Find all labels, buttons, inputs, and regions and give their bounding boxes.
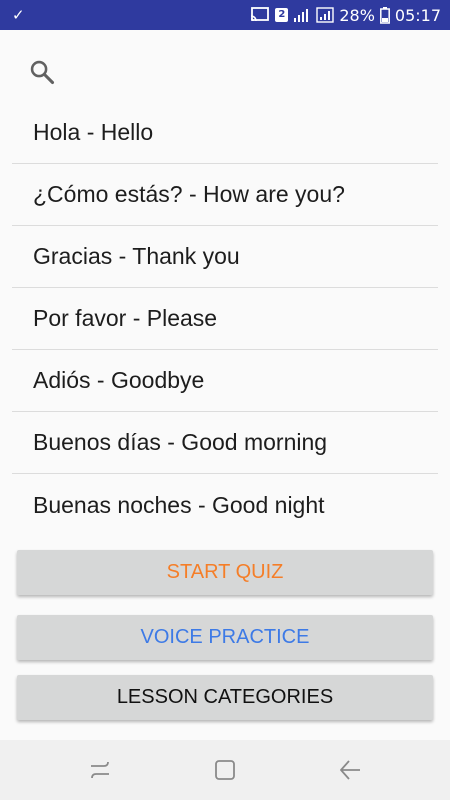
- voice-practice-button[interactable]: VOICE PRACTICE: [17, 615, 433, 660]
- phrase-item[interactable]: Buenos días - Good morning: [12, 412, 438, 474]
- start-quiz-button[interactable]: START QUIZ: [17, 550, 433, 595]
- phrase-item[interactable]: Hola - Hello: [12, 102, 438, 164]
- navigation-bar: [0, 740, 450, 800]
- search-icon[interactable]: [28, 58, 56, 86]
- check-icon: ✓: [12, 6, 25, 24]
- phrase-item[interactable]: Buenas noches - Good night: [12, 474, 438, 536]
- sim-badge: 2: [275, 8, 289, 22]
- cast-icon: [251, 7, 270, 22]
- status-icons: 2 28% 05:17: [250, 0, 441, 30]
- home-icon[interactable]: [211, 756, 239, 784]
- phrase-item[interactable]: Gracias - Thank you: [12, 226, 438, 288]
- status-bar: ✓ 2 28% 05:17: [0, 0, 450, 30]
- phrase-list: Hola - Hello ¿Cómo estás? - How are you?…: [12, 102, 438, 536]
- phrase-item[interactable]: Por favor - Please: [12, 288, 438, 350]
- back-icon[interactable]: [336, 756, 364, 784]
- battery-percent: 28%: [339, 5, 375, 25]
- search-bar: [0, 30, 450, 102]
- battery-icon: [379, 6, 390, 24]
- lesson-categories-button[interactable]: LESSON CATEGORIES: [17, 675, 433, 720]
- signal-icon: [294, 9, 309, 22]
- phrase-item[interactable]: ¿Cómo estás? - How are you?: [12, 164, 438, 226]
- clock: 05:17: [394, 5, 441, 25]
- signal-icon-2: [316, 7, 335, 23]
- recent-apps-icon[interactable]: [86, 756, 114, 784]
- phrase-item[interactable]: Adiós - Goodbye: [12, 350, 438, 412]
